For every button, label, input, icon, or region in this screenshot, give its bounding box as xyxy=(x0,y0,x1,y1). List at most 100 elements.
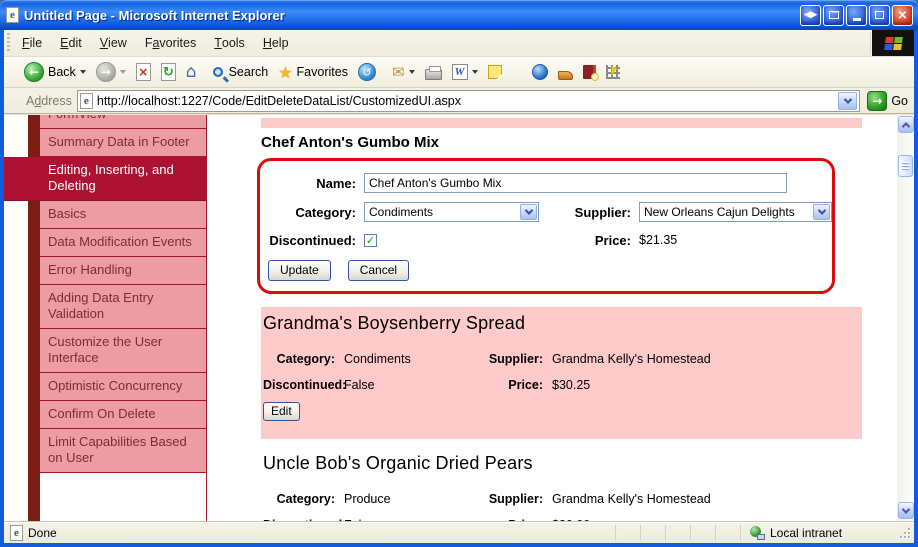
back-dropdown-icon[interactable] xyxy=(79,70,86,74)
address-url[interactable]: http://localhost:1227/Code/EditDeleteDat… xyxy=(97,94,834,108)
edit-button[interactable]: Edit xyxy=(263,402,300,421)
status-pane xyxy=(717,522,740,543)
discuss-button[interactable] xyxy=(485,63,505,81)
product-item-uncle-bobs: Uncle Bob's Organic Dried Pears Category… xyxy=(261,447,862,521)
title-bar[interactable]: Untitled Page - Microsoft Internet Explo… xyxy=(0,0,918,30)
discontinued-label: Discontinued: xyxy=(263,378,347,392)
chevron-down-icon[interactable] xyxy=(520,204,537,220)
supplier-label: Supplier: xyxy=(488,492,543,506)
supplier-select[interactable]: New Orleans Cajun Delights xyxy=(639,202,832,222)
discontinued-checkbox[interactable] xyxy=(364,234,377,247)
address-dropdown-button[interactable] xyxy=(838,91,858,110)
mail-button[interactable]: ✉ xyxy=(389,61,418,83)
vertical-scrollbar[interactable] xyxy=(897,115,914,521)
history-button[interactable]: ↺ xyxy=(355,61,379,83)
price-label: Price: xyxy=(508,378,543,392)
search-button[interactable]: Search xyxy=(210,63,272,81)
category-value: Produce xyxy=(344,492,391,506)
back-button[interactable]: ← Back xyxy=(21,60,89,84)
sidebar-item-basics[interactable]: Basics xyxy=(40,201,206,229)
scroll-up-button[interactable] xyxy=(897,116,914,133)
edit-with-word-button[interactable]: W xyxy=(449,62,481,82)
product-fields: Category: Produce Supplier: Grandma Kell… xyxy=(263,492,862,521)
popout-window-button[interactable] xyxy=(823,4,844,26)
refresh-button[interactable]: ↻ xyxy=(158,61,179,83)
menu-file[interactable]: File xyxy=(13,30,51,56)
sidebar-item-summary-data-in-footer[interactable]: Summary Data in Footer xyxy=(40,129,206,157)
note-icon xyxy=(487,65,502,79)
sidebar-item-optimistic-concurrency[interactable]: Optimistic Concurrency xyxy=(40,373,206,401)
mail-dropdown-icon[interactable] xyxy=(408,70,415,74)
category-value: Condiments xyxy=(344,352,411,366)
go-arrow-icon: → xyxy=(867,90,888,111)
discontinued-value: False xyxy=(344,378,375,392)
menu-edit[interactable]: Edit xyxy=(51,30,91,56)
sidebar-item-formview[interactable]: FormView xyxy=(40,115,206,129)
address-field[interactable]: http://localhost:1227/Code/EditDeleteDat… xyxy=(76,89,861,112)
window-controls: ◀▶ × xyxy=(800,4,913,26)
minimize-icon xyxy=(852,18,861,21)
zone-text: Local intranet xyxy=(770,525,843,540)
back-circle-icon: ← xyxy=(24,62,44,82)
category-label: Category: xyxy=(276,352,335,366)
discontinued-label: Discontinued: xyxy=(269,232,356,248)
sidebar-item-customize-the-user-interface[interactable]: Customize the User Interface xyxy=(40,329,206,373)
menu-tools[interactable]: Tools xyxy=(205,30,254,56)
minimize-button[interactable] xyxy=(846,4,867,26)
sidebar-item-adding-data-entry-validation[interactable]: Adding Data Entry Validation xyxy=(40,285,206,329)
sidebar-item-error-handling[interactable]: Error Handling xyxy=(40,257,206,285)
intranet-zone-icon xyxy=(750,525,765,540)
forward-button[interactable]: → xyxy=(93,60,129,84)
home-button[interactable]: ⌂ xyxy=(183,60,200,84)
stop-button[interactable]: × xyxy=(133,61,154,83)
ie-page-icon xyxy=(10,524,23,541)
price-label: Price: xyxy=(594,232,631,248)
go-label: Go xyxy=(891,93,908,108)
menu-view[interactable]: View xyxy=(91,30,136,56)
favorites-label: Favorites xyxy=(296,65,348,79)
messenger-button[interactable] xyxy=(529,62,551,82)
sidebar-item-editing-inserting-deleting[interactable]: Editing, Inserting, and Deleting xyxy=(4,157,206,201)
scroll-down-button[interactable] xyxy=(897,502,914,519)
maximize-button[interactable] xyxy=(869,4,890,26)
forward-circle-icon: → xyxy=(95,62,116,82)
menu-favorites[interactable]: Fa vorites xyxy=(136,30,205,56)
addon-shoe-button[interactable] xyxy=(555,63,576,82)
popout-icon xyxy=(828,8,839,19)
sidebar-item-data-modification-events[interactable]: Data Modification Events xyxy=(40,229,206,257)
product-title: Uncle Bob's Organic Dried Pears xyxy=(263,453,533,473)
update-button[interactable]: Update xyxy=(268,260,331,281)
tutorial-sidebar: FormView Summary Data in Footer Editing,… xyxy=(4,115,207,521)
messenger-icon xyxy=(531,64,548,80)
sidebar-item-limit-capabilities[interactable]: Limit Capabilities Based on User xyxy=(40,429,206,473)
supplier-value: Grandma Kelly's Homestead xyxy=(552,352,711,366)
research-button[interactable] xyxy=(580,63,599,81)
security-zone-pane: Local intranet xyxy=(742,525,892,540)
print-icon xyxy=(424,66,442,80)
forward-dropdown-icon[interactable] xyxy=(119,70,126,74)
sidebar-item-confirm-on-delete[interactable]: Confirm On Delete xyxy=(40,401,206,429)
cancel-button[interactable]: Cancel xyxy=(347,260,410,281)
scroll-thumb[interactable] xyxy=(898,155,913,177)
grid-lightning-icon xyxy=(605,65,620,79)
favorites-button[interactable]: ★ Favorites xyxy=(275,61,351,84)
status-pane xyxy=(667,522,690,543)
chevron-down-icon[interactable] xyxy=(813,204,830,220)
pan-arrows-button[interactable]: ◀▶ xyxy=(800,4,821,26)
name-input[interactable] xyxy=(364,173,787,193)
word-dropdown-icon[interactable] xyxy=(471,70,478,74)
mail-icon: ✉ xyxy=(391,63,405,81)
price-value: $30.25 xyxy=(552,378,591,392)
close-button[interactable]: × xyxy=(892,4,913,26)
toolbar-grip[interactable] xyxy=(6,33,11,53)
resize-grip[interactable] xyxy=(898,526,911,539)
category-label: Category: xyxy=(295,204,356,220)
go-button[interactable]: → Go xyxy=(865,90,908,111)
addon-grid-button[interactable] xyxy=(603,63,623,81)
browser-window: Untitled Page - Microsoft Internet Explo… xyxy=(0,0,918,547)
menu-help[interactable]: Help xyxy=(254,30,298,56)
research-icon xyxy=(582,65,599,81)
category-select[interactable]: Condiments xyxy=(364,202,539,222)
previous-item-edge xyxy=(261,118,862,128)
print-button[interactable] xyxy=(422,62,445,82)
